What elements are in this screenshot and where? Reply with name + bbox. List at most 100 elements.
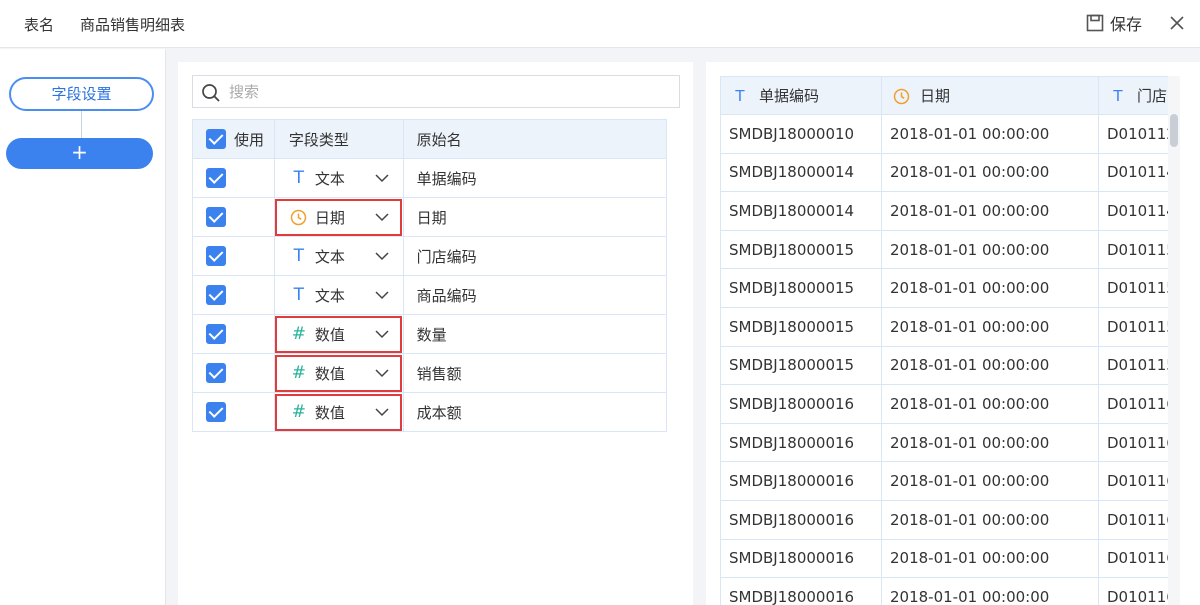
type-label: 数值 bbox=[314, 325, 345, 344]
preview-row: SMDBJ18000015 2018-01-01 00:00:00 D010115 bbox=[720, 229, 1179, 270]
search-icon bbox=[202, 84, 220, 102]
number-type-icon: # bbox=[291, 363, 306, 383]
fields-panel: 使用 字段类型 原始名 T 文本 单据编码 日期 日期 T 文本 门店编码 bbox=[178, 62, 693, 605]
cell-document-code: SMDBJ18000014 bbox=[720, 152, 882, 193]
select-all-checkbox[interactable] bbox=[206, 129, 226, 149]
clock-icon bbox=[892, 87, 910, 105]
type-select[interactable]: # 数值 bbox=[273, 314, 404, 354]
preview-row: SMDBJ18000015 2018-01-01 00:00:00 D010115 bbox=[720, 345, 1179, 386]
field-row: # 数值 数量 bbox=[192, 314, 668, 354]
cell-store-code: D010115 bbox=[1098, 268, 1179, 308]
type-label: 日期 bbox=[314, 208, 345, 227]
header-name: 原始名 bbox=[402, 119, 668, 159]
chevron-down-icon bbox=[375, 330, 389, 339]
type-label: 文本 bbox=[314, 169, 345, 188]
step-panel: 字段设置 + bbox=[0, 49, 166, 605]
cell-store-code: D010116 bbox=[1098, 577, 1179, 605]
preview-header-date: 日期 bbox=[881, 76, 1099, 115]
preview-table: T 单据编码 日期 T 门店 SMDBJ18000010 2018-01-01 00:… bbox=[720, 76, 1179, 605]
number-type-icon: # bbox=[291, 324, 306, 344]
use-checkbox[interactable] bbox=[206, 363, 226, 383]
save-label: 保存 bbox=[1110, 15, 1143, 34]
text-type-icon: T bbox=[293, 285, 305, 305]
cell-document-code: SMDBJ18000014 bbox=[720, 191, 882, 231]
type-select[interactable]: 日期 bbox=[273, 197, 404, 237]
search-input[interactable] bbox=[229, 76, 669, 107]
cell-store-code: D010116 bbox=[1098, 422, 1179, 463]
type-select[interactable]: T 文本 bbox=[273, 275, 404, 315]
chevron-down-icon bbox=[375, 408, 389, 417]
preview-row: SMDBJ18000016 2018-01-01 00:00:00 D010116 bbox=[720, 384, 1179, 424]
preview-row: SMDBJ18000015 2018-01-01 00:00:00 D010115 bbox=[720, 306, 1179, 347]
field-settings-step[interactable]: 字段设置 bbox=[9, 77, 154, 111]
cell-document-code: SMDBJ18000016 bbox=[720, 461, 882, 501]
cell-document-code: SMDBJ18000016 bbox=[720, 577, 882, 605]
field-row: T 文本 商品编码 bbox=[192, 275, 668, 315]
cell-store-code: D010116 bbox=[1098, 538, 1179, 579]
cell-document-code: SMDBJ18000016 bbox=[720, 499, 882, 540]
close-icon[interactable] bbox=[1167, 13, 1187, 33]
cell-store-code: D010114 bbox=[1098, 191, 1179, 231]
type-select[interactable]: # 数值 bbox=[273, 353, 404, 393]
cell-date: 2018-01-01 00:00:00 bbox=[881, 577, 1099, 605]
chevron-down-icon bbox=[375, 213, 389, 222]
cell-store-code: D010116 bbox=[1098, 461, 1179, 501]
use-checkbox[interactable] bbox=[206, 402, 226, 422]
cell-document-code: SMDBJ18000016 bbox=[720, 384, 882, 424]
type-label: 文本 bbox=[314, 286, 345, 305]
cell-date: 2018-01-01 00:00:00 bbox=[881, 499, 1099, 540]
header-label: 门店 bbox=[1137, 87, 1168, 105]
use-checkbox[interactable] bbox=[206, 207, 226, 227]
type-select[interactable]: T 文本 bbox=[273, 158, 404, 198]
cell-date: 2018-01-01 00:00:00 bbox=[881, 229, 1099, 270]
preview-scroll-track[interactable] bbox=[1168, 76, 1180, 605]
type-select[interactable]: # 数值 bbox=[273, 392, 404, 432]
cell-document-code: SMDBJ18000016 bbox=[720, 422, 882, 463]
cell-date: 2018-01-01 00:00:00 bbox=[881, 422, 1099, 463]
use-checkbox[interactable] bbox=[206, 285, 226, 305]
cell-date: 2018-01-01 00:00:00 bbox=[881, 345, 1099, 386]
cell-date: 2018-01-01 00:00:00 bbox=[881, 384, 1099, 424]
save-button[interactable]: 保存 bbox=[1086, 12, 1142, 34]
cell-document-code: SMDBJ18000010 bbox=[720, 114, 882, 154]
type-label: 数值 bbox=[314, 403, 345, 422]
use-header-label: 使用 bbox=[234, 130, 265, 149]
use-checkbox[interactable] bbox=[206, 246, 226, 266]
text-type-icon: T bbox=[1113, 86, 1123, 105]
preview-row: SMDBJ18000016 2018-01-01 00:00:00 D010116 bbox=[720, 499, 1179, 540]
original-name: 销售额 bbox=[402, 353, 668, 393]
header-use: 使用 bbox=[192, 119, 275, 159]
type-label: 文本 bbox=[314, 247, 345, 266]
header-type: 字段类型 bbox=[273, 119, 404, 159]
preview-row: SMDBJ18000015 2018-01-01 00:00:00 D010115 bbox=[720, 268, 1179, 308]
cell-date: 2018-01-01 00:00:00 bbox=[881, 152, 1099, 193]
cell-store-code: D010116 bbox=[1098, 499, 1179, 540]
cell-date: 2018-01-01 00:00:00 bbox=[881, 538, 1099, 579]
chevron-down-icon bbox=[375, 291, 389, 300]
field-row: 日期 日期 bbox=[192, 197, 668, 237]
table-name[interactable]: 商品销售明细表 bbox=[80, 14, 185, 35]
original-name: 单据编码 bbox=[402, 158, 668, 198]
preview-row: SMDBJ18000010 2018-01-01 00:00:00 D010112 bbox=[720, 114, 1179, 154]
preview-row: SMDBJ18000016 2018-01-01 00:00:00 D010116 bbox=[720, 538, 1179, 579]
type-select[interactable]: T 文本 bbox=[273, 236, 404, 276]
cell-date: 2018-01-01 00:00:00 bbox=[881, 306, 1099, 347]
cell-document-code: SMDBJ18000016 bbox=[720, 538, 882, 579]
cell-store-code: D010116 bbox=[1098, 384, 1179, 424]
text-type-icon: T bbox=[735, 86, 745, 105]
use-checkbox[interactable] bbox=[206, 168, 226, 188]
cell-store-code: D010115 bbox=[1098, 229, 1179, 270]
save-icon bbox=[1086, 14, 1104, 32]
field-row: T 文本 门店编码 bbox=[192, 236, 668, 276]
clock-icon bbox=[289, 207, 309, 227]
cell-document-code: SMDBJ18000015 bbox=[720, 306, 882, 347]
number-type-icon: # bbox=[291, 402, 306, 422]
chevron-down-icon bbox=[375, 252, 389, 261]
preview-scrollbar[interactable] bbox=[1170, 114, 1178, 147]
original-name: 日期 bbox=[402, 197, 668, 237]
header-label: 日期 bbox=[920, 87, 951, 105]
original-name: 成本额 bbox=[402, 392, 668, 432]
add-step-button[interactable]: + bbox=[6, 138, 153, 169]
cell-document-code: SMDBJ18000015 bbox=[720, 229, 882, 270]
use-checkbox[interactable] bbox=[206, 324, 226, 344]
